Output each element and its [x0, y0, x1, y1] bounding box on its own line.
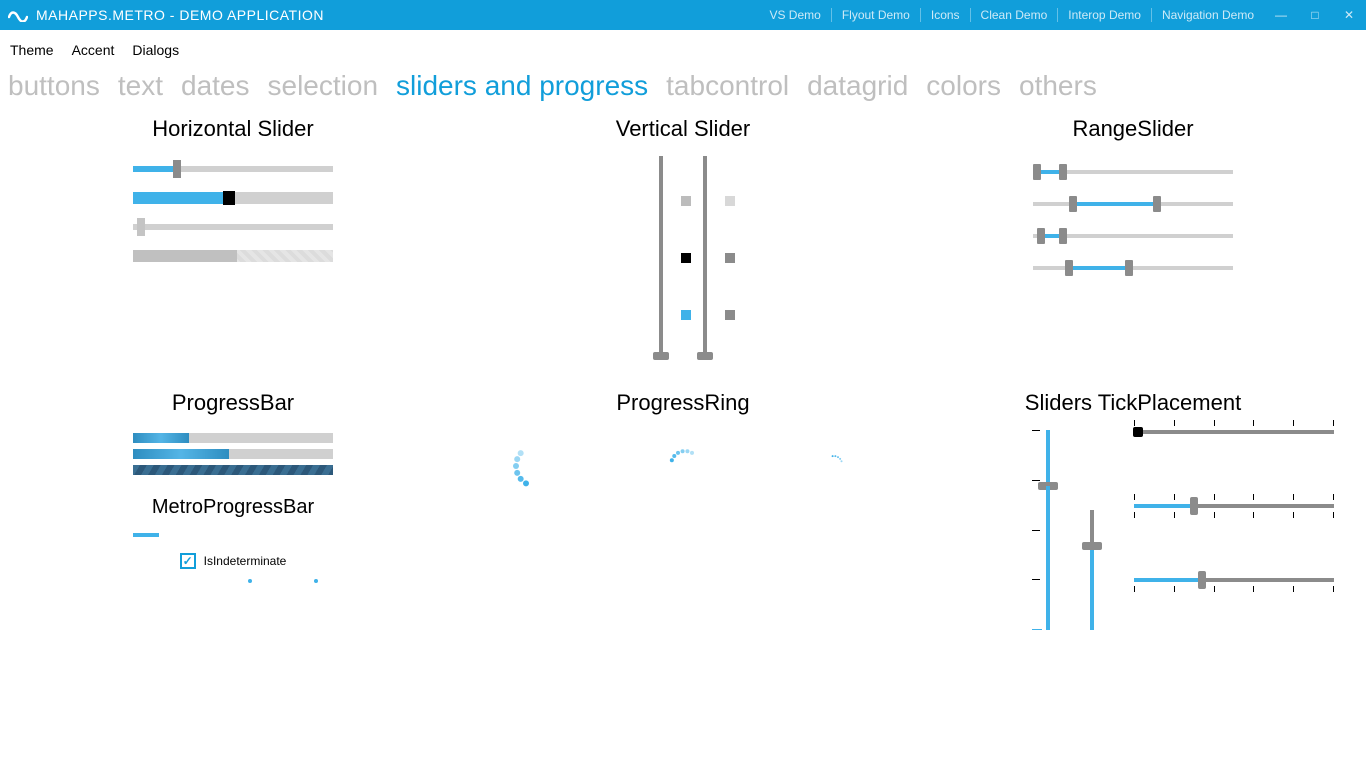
section-progressring: ProgressRing: [458, 386, 908, 660]
vslider2-mark-1: [725, 196, 735, 206]
rangeslider-1[interactable]: [1033, 170, 1233, 174]
tab-colors[interactable]: colors: [926, 70, 1001, 102]
nav-interop-demo[interactable]: Interop Demo: [1058, 8, 1152, 22]
section-rangeslider: RangeSlider: [908, 112, 1358, 386]
vslider-2[interactable]: [703, 156, 707, 356]
nav-vs-demo[interactable]: VS Demo: [759, 8, 831, 22]
progressbar-1: [133, 433, 333, 443]
section-progressbar: ProgressBar MetroProgressBar ✓ IsIndeter…: [8, 386, 458, 660]
tab-sliders-and-progress[interactable]: sliders and progress: [396, 70, 648, 102]
metroprogressbar: [133, 533, 333, 537]
progressbar-3-stripe: [133, 465, 333, 475]
progressring-medium: [658, 438, 708, 488]
isindeterminate-checkbox[interactable]: ✓: [180, 553, 196, 569]
minimize-button[interactable]: —: [1264, 8, 1298, 22]
maximize-button[interactable]: □: [1298, 8, 1332, 22]
menu-theme[interactable]: Theme: [10, 42, 54, 58]
section-vertical-slider: Vertical Slider: [458, 112, 908, 386]
metroprogressbar-title: MetroProgressBar: [152, 496, 314, 519]
progressbar-2: [133, 449, 333, 459]
hslider-3-disabled: [133, 224, 333, 230]
close-button[interactable]: ✕: [1332, 8, 1366, 22]
app-logo-icon: [8, 8, 28, 22]
vslider2-mark-2: [725, 253, 735, 263]
tab-text[interactable]: text: [118, 70, 163, 102]
hslider-2[interactable]: [133, 192, 333, 204]
vslider2-mark-3: [725, 310, 735, 320]
tab-dates[interactable]: dates: [181, 70, 250, 102]
rangeslider-4[interactable]: [1033, 266, 1233, 270]
hslider-4-pattern[interactable]: [133, 250, 333, 262]
tab-tabcontrol[interactable]: tabcontrol: [666, 70, 789, 102]
rangeslider-2[interactable]: [1033, 202, 1233, 206]
tick-vslider-1[interactable]: [1046, 430, 1050, 630]
vslider1-mark-1: [681, 196, 691, 206]
progressring-title: ProgressRing: [462, 390, 904, 416]
progressring-small: [808, 438, 858, 488]
tickplacement-title: Sliders TickPlacement: [912, 390, 1354, 416]
progressring-large: [508, 438, 558, 488]
section-horizontal-slider: Horizontal Slider: [8, 112, 458, 386]
vslider1-mark-2: [681, 253, 691, 263]
tab-strip: buttons text dates selection sliders and…: [0, 70, 1366, 112]
menu-dialogs[interactable]: Dialogs: [132, 42, 179, 58]
vertical-slider-title: Vertical Slider: [462, 116, 904, 142]
tick-hslider-3[interactable]: [1134, 578, 1334, 582]
tick-vslider-2[interactable]: [1090, 510, 1094, 630]
progressbar-title: ProgressBar: [12, 390, 454, 416]
vslider-1[interactable]: [659, 156, 663, 356]
tick-hslider-1[interactable]: [1134, 430, 1334, 434]
indeterminate-dots: [133, 579, 333, 583]
window-title: MAHAPPS.METRO - DEMO APPLICATION: [36, 7, 324, 23]
tick-hslider-2[interactable]: [1134, 504, 1334, 508]
tab-others[interactable]: others: [1019, 70, 1097, 102]
tab-buttons[interactable]: buttons: [8, 70, 100, 102]
tab-datagrid[interactable]: datagrid: [807, 70, 908, 102]
title-nav: VS Demo Flyout Demo Icons Clean Demo Int…: [759, 8, 1264, 22]
menu-accent[interactable]: Accent: [72, 42, 115, 58]
nav-clean-demo[interactable]: Clean Demo: [971, 8, 1059, 22]
tab-selection[interactable]: selection: [268, 70, 379, 102]
section-tickplacement: Sliders TickPlacement: [908, 386, 1358, 660]
rangeslider-3[interactable]: [1033, 234, 1233, 238]
rangeslider-title: RangeSlider: [912, 116, 1354, 142]
nav-navigation-demo[interactable]: Navigation Demo: [1152, 8, 1264, 22]
vslider1-mark-3: [681, 310, 691, 320]
nav-icons[interactable]: Icons: [921, 8, 971, 22]
isindeterminate-label: IsIndeterminate: [204, 554, 287, 568]
menu-bar: Theme Accent Dialogs: [0, 30, 1366, 70]
window-titlebar: MAHAPPS.METRO - DEMO APPLICATION VS Demo…: [0, 0, 1366, 30]
nav-flyout-demo[interactable]: Flyout Demo: [832, 8, 921, 22]
hslider-1[interactable]: [133, 166, 333, 172]
horizontal-slider-title: Horizontal Slider: [12, 116, 454, 142]
main-content: Horizontal Slider Vertical Slider: [0, 112, 1366, 660]
